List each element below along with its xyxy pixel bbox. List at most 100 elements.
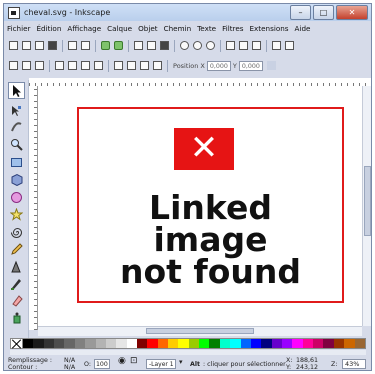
menu-chemin[interactable]: Chemin: [161, 24, 195, 33]
vertical-scrollbar[interactable]: [362, 86, 371, 326]
3d-box-tool-icon[interactable]: [10, 171, 23, 187]
color-swatch[interactable]: [23, 339, 34, 348]
color-swatch[interactable]: [281, 339, 293, 348]
spray-tool-icon[interactable]: [10, 309, 23, 324]
pencil-tool-icon[interactable]: [10, 241, 23, 255]
fill-value[interactable]: N/A: [64, 357, 75, 364]
color-swatch[interactable]: [157, 339, 169, 348]
zoom-field[interactable]: 43%: [342, 359, 366, 369]
menu-filtres[interactable]: Filtres: [219, 24, 246, 33]
deselect-icon[interactable]: [35, 61, 44, 70]
position-x-field[interactable]: 0,000: [206, 60, 231, 71]
color-swatch[interactable]: [261, 339, 272, 348]
import-icon[interactable]: [68, 41, 77, 50]
menu-extensions[interactable]: Extensions: [247, 24, 292, 33]
new-document-icon[interactable]: [9, 41, 18, 50]
color-swatch[interactable]: [64, 339, 75, 348]
export-icon[interactable]: [81, 41, 90, 50]
color-swatch[interactable]: [85, 339, 96, 348]
chevron-down-icon[interactable]: ▾: [179, 359, 183, 366]
ungroup-icon[interactable]: [285, 41, 294, 50]
menu-fichier[interactable]: Fichier: [4, 24, 34, 33]
maximize-button[interactable]: □: [313, 5, 334, 20]
color-swatch[interactable]: [74, 339, 86, 348]
rotate-ccw-icon[interactable]: [55, 61, 64, 70]
node-tool-icon[interactable]: [10, 102, 23, 116]
clone-icon[interactable]: [239, 41, 248, 50]
color-swatch[interactable]: [354, 339, 365, 348]
save-icon[interactable]: [35, 41, 44, 50]
select-all-icon[interactable]: [9, 61, 18, 70]
zoom-drawing-icon[interactable]: [193, 41, 202, 50]
color-swatch[interactable]: [116, 339, 127, 348]
color-swatch[interactable]: [333, 339, 345, 348]
color-swatch[interactable]: [271, 339, 282, 348]
ellipse-tool-icon[interactable]: [10, 189, 23, 203]
open-icon[interactable]: [22, 41, 31, 50]
layer-visibility-icon[interactable]: ◉: [118, 357, 126, 366]
color-swatch[interactable]: [168, 339, 179, 348]
menu-edition[interactable]: Édition: [34, 24, 65, 33]
lower-icon[interactable]: [140, 61, 149, 70]
minimize-button[interactable]: –: [290, 5, 311, 20]
color-swatch[interactable]: [250, 339, 262, 348]
star-tool-icon[interactable]: [9, 206, 24, 221]
color-swatch[interactable]: [95, 339, 106, 348]
duplicate-icon[interactable]: [226, 41, 235, 50]
color-swatch[interactable]: [43, 339, 55, 348]
calligraphy-tool-icon[interactable]: [10, 275, 23, 290]
color-swatch[interactable]: [147, 339, 158, 348]
opacity-field[interactable]: 100: [94, 359, 110, 369]
spiral-tool-icon[interactable]: [10, 224, 23, 238]
flip-horizontal-icon[interactable]: [81, 61, 90, 70]
vertical-scroll-thumb[interactable]: [364, 166, 371, 236]
menu-calque[interactable]: Calque: [104, 24, 135, 33]
rotate-cw-icon[interactable]: [68, 61, 77, 70]
color-swatch[interactable]: [344, 339, 355, 348]
palette-scrollbar[interactable]: [10, 350, 366, 355]
zoom-selection-icon[interactable]: [180, 41, 189, 50]
color-swatch[interactable]: [105, 339, 117, 348]
color-swatch[interactable]: [188, 339, 200, 348]
more-options-icon[interactable]: [266, 61, 276, 70]
color-swatch[interactable]: [33, 339, 44, 348]
color-swatch[interactable]: [219, 339, 231, 348]
raise-icon[interactable]: [127, 61, 136, 70]
horizontal-scroll-thumb[interactable]: [146, 328, 254, 334]
copy-icon[interactable]: [134, 41, 143, 50]
menu-objet[interactable]: Objet: [135, 24, 160, 33]
zoom-tool-icon[interactable]: [10, 136, 23, 151]
menu-texte[interactable]: Texte: [194, 24, 219, 33]
tweak-tool-icon[interactable]: [10, 118, 23, 132]
color-swatch[interactable]: [209, 339, 220, 348]
flip-vertical-icon[interactable]: [94, 61, 103, 70]
rectangle-tool-icon[interactable]: [10, 154, 23, 167]
select-all-layers-icon[interactable]: [22, 61, 31, 70]
menu-affichage[interactable]: Affichage: [64, 24, 104, 33]
close-button[interactable]: ✕: [336, 5, 368, 20]
paste-icon[interactable]: [160, 41, 169, 50]
color-swatch[interactable]: [302, 339, 314, 348]
no-paint-swatch[interactable]: [11, 339, 23, 348]
color-swatch[interactable]: [240, 339, 251, 348]
eraser-tool-icon[interactable]: [10, 292, 23, 307]
color-swatch[interactable]: [292, 339, 303, 348]
horizontal-scrollbar[interactable]: [38, 326, 362, 336]
group-icon[interactable]: [272, 41, 281, 50]
current-layer-dropdown[interactable]: -Layer 1: [146, 359, 176, 369]
selector-tool-icon[interactable]: [8, 82, 25, 99]
color-swatch[interactable]: [230, 339, 241, 348]
unlink-clone-icon[interactable]: [252, 41, 261, 50]
undo-icon[interactable]: [101, 41, 110, 50]
color-swatch[interactable]: [199, 339, 210, 348]
color-swatch[interactable]: [126, 339, 137, 348]
color-swatch[interactable]: [54, 339, 65, 348]
cut-icon[interactable]: [147, 41, 156, 50]
print-icon[interactable]: [48, 41, 57, 50]
color-swatch[interactable]: [313, 339, 324, 348]
menu-aide[interactable]: Aide: [292, 24, 314, 33]
pen-tool-icon[interactable]: [10, 258, 23, 273]
stroke-value[interactable]: N/A: [64, 364, 75, 370]
color-swatch[interactable]: [323, 339, 334, 348]
redo-icon[interactable]: [114, 41, 123, 50]
